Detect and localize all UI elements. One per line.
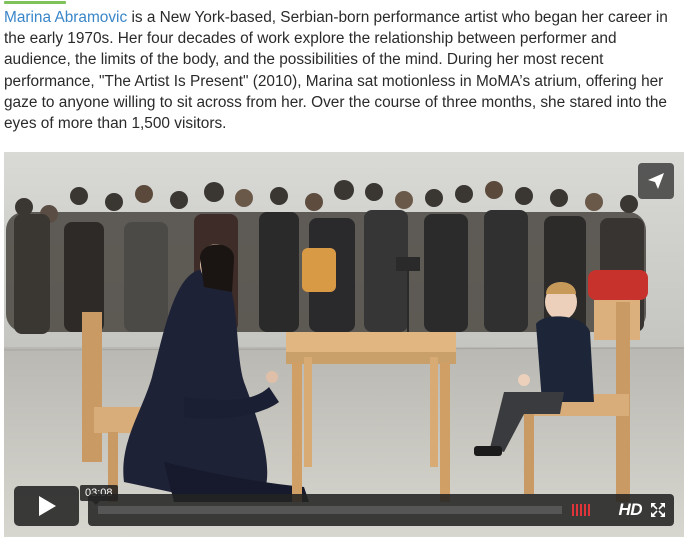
paper-plane-icon: [648, 173, 664, 189]
volume-bars-icon[interactable]: [572, 504, 596, 516]
top-accent-bar: [4, 1, 66, 4]
video-controls: HD: [88, 494, 674, 526]
progress-bar[interactable]: [98, 506, 562, 514]
share-button[interactable]: [638, 163, 674, 199]
play-button[interactable]: [14, 486, 79, 526]
video-frame: [4, 152, 684, 537]
intro-body-text: is a New York-based, Serbian-born perfor…: [4, 9, 668, 133]
play-icon: [38, 496, 56, 516]
fullscreen-icon[interactable]: [650, 502, 666, 518]
artist-link[interactable]: Marina Abramovic: [4, 9, 127, 26]
intro-paragraph: Marina Abramovic is a New York-based, Se…: [4, 7, 684, 134]
hd-button[interactable]: HD: [618, 500, 642, 520]
video-player[interactable]: 03:08 HD: [4, 152, 684, 537]
